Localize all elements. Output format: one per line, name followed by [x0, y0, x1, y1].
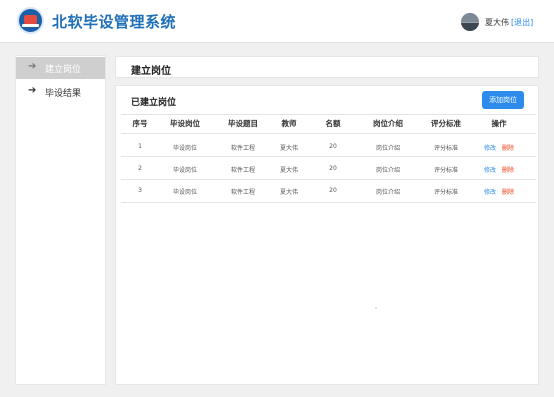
row-actions: 修改 删除	[469, 143, 529, 152]
cell-criteria: 评分标准	[433, 167, 458, 174]
user-avatar	[461, 13, 479, 31]
divider	[121, 114, 536, 115]
sidebar: ➔ 建立岗位 ➔ 毕设结果	[15, 55, 106, 385]
decorative-dot	[375, 307, 377, 309]
column-header-actions: 操作	[491, 119, 507, 128]
column-header-intro: 岗位介绍	[373, 119, 403, 128]
edit-link[interactable]: 修改	[484, 165, 496, 174]
cell-position: 毕设岗位	[172, 145, 197, 152]
cell-criteria: 评分标准	[433, 145, 458, 152]
column-header-criteria: 评分标准	[431, 119, 461, 128]
divider	[121, 202, 536, 203]
username: 夏大伟	[485, 18, 509, 27]
sidebar-item-label: 建立岗位	[45, 65, 82, 75]
positions-panel: 已建立岗位 添加岗位 序号 毕设岗位 毕设题目 教师 名额 岗位介绍 评分标准 …	[115, 85, 539, 385]
app-title: 北软毕设管理系统	[52, 13, 177, 31]
cell-intro: 岗位介绍	[375, 145, 400, 152]
divider	[121, 156, 536, 157]
cell-intro: 岗位介绍	[375, 189, 400, 196]
add-position-button[interactable]: 添加岗位	[482, 91, 524, 109]
edit-link[interactable]: 修改	[484, 187, 496, 196]
cell-position: 毕设岗位	[172, 189, 197, 196]
column-header-position: 毕设岗位	[170, 119, 200, 128]
page-title: 建立岗位	[131, 66, 171, 77]
cell-quota: 20	[329, 187, 337, 194]
cell-criteria: 评分标准	[433, 189, 458, 196]
cell-quota: 20	[329, 165, 337, 172]
sidebar-item-label: 毕设结果	[45, 89, 82, 99]
sidebar-item-create-position[interactable]: ➔ 建立岗位	[16, 57, 105, 79]
edit-link[interactable]: 修改	[484, 143, 496, 152]
delete-link[interactable]: 删除	[502, 187, 514, 196]
sidebar-item-results[interactable]: ➔ 毕设结果	[16, 81, 105, 103]
delete-link[interactable]: 删除	[502, 143, 514, 152]
divider	[121, 179, 536, 180]
university-logo	[17, 7, 44, 34]
arrow-right-icon: ➔	[28, 85, 37, 96]
cell-position: 毕设岗位	[172, 167, 197, 174]
delete-link[interactable]: 删除	[502, 165, 514, 174]
cell-quota: 20	[329, 143, 337, 150]
row-actions: 修改 删除	[469, 187, 529, 196]
page-title-bar: 建立岗位	[115, 56, 539, 78]
arrow-right-icon: ➔	[28, 61, 37, 72]
logout-link[interactable]: [退出]	[511, 17, 533, 28]
top-header: 北软毕设管理系统 夏大伟 [退出]	[0, 0, 554, 43]
row-actions: 修改 删除	[469, 165, 529, 174]
divider	[121, 133, 536, 134]
section-title: 已建立岗位	[131, 98, 177, 108]
cell-intro: 岗位介绍	[375, 167, 400, 174]
column-header-quota: 名额	[325, 119, 341, 128]
